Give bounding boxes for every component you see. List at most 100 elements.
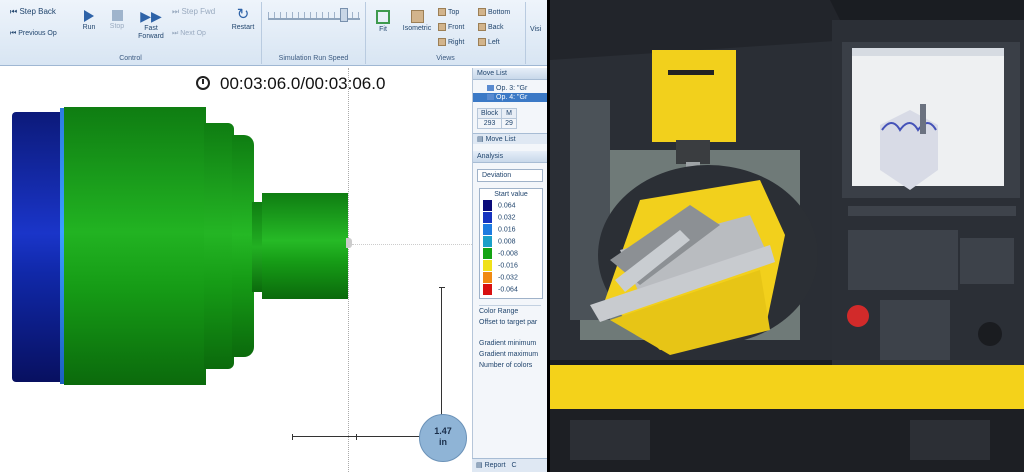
- table-cell-m[interactable]: 29: [501, 118, 517, 129]
- speed-group: Simulation Run Speed: [262, 2, 366, 64]
- axis-guide-horizontal: [352, 244, 472, 245]
- number-of-colors-label: Number of colors: [479, 362, 533, 369]
- gradient-maximum-label: Gradient maximum: [479, 351, 539, 358]
- move-list-item[interactable]: Op. 3: "Gr: [473, 84, 547, 93]
- offset-label[interactable]: Offset to target par: [473, 317, 547, 328]
- move-list-table: Block M 293 29: [476, 108, 517, 129]
- stop-icon: [111, 10, 123, 21]
- gradient-minimum-label: Gradient minimum: [479, 340, 537, 347]
- legend-value: 0.032: [498, 214, 516, 222]
- top-view-button[interactable]: Top: [438, 8, 459, 16]
- tab-extra[interactable]: C: [512, 462, 517, 469]
- deviation-legend: Start value 0.064 0.032 0.016 0.008 -0.008 -0…: [479, 188, 543, 299]
- stop-button[interactable]: Stop: [108, 10, 126, 31]
- play-icon: [84, 10, 94, 22]
- front-view-icon: [438, 23, 446, 31]
- step-fwd-button[interactable]: ⏭ Step Fwd: [172, 8, 215, 16]
- back-view-button[interactable]: Back: [478, 23, 504, 31]
- legend-swatch: [483, 224, 492, 235]
- legend-title: Start value: [494, 191, 528, 198]
- right-view-button[interactable]: Right: [438, 38, 464, 46]
- bottom-tab-bar: ▤ Report C: [472, 458, 547, 472]
- move-list-tab-icon: ▤: [477, 136, 486, 143]
- move-list-item-selected[interactable]: Op. 4: "Gr: [473, 93, 547, 102]
- simulation-window: ⏮ Step Back ⏮ Previous Op Run Stop ▶▶ Fa…: [0, 0, 547, 472]
- operation-icon: [487, 85, 494, 92]
- control-group: ⏮ Step Back ⏮ Previous Op Run Stop ▶▶ Fa…: [0, 2, 262, 64]
- legend-row: -0.032: [483, 272, 539, 284]
- dimension-line-vertical: [439, 287, 445, 420]
- isometric-button[interactable]: Isometric: [400, 10, 434, 33]
- run-button[interactable]: Run: [80, 10, 98, 32]
- legend-row: -0.064: [483, 284, 539, 296]
- yellow-guard-rail: [550, 365, 1024, 409]
- dimension-line-horizontal: [292, 434, 422, 440]
- report-icon: ▤: [476, 462, 485, 469]
- previous-op-button[interactable]: ⏮ Previous Op: [10, 30, 57, 38]
- move-list-header: Move List: [473, 68, 547, 80]
- simulation-timer: 00:03:06.0/00:03:06.0: [196, 74, 385, 94]
- legend-swatch: [483, 260, 492, 271]
- legend-row: 0.064: [483, 200, 539, 212]
- restart-button[interactable]: ↻ Restart: [228, 6, 258, 32]
- previous-op-icon: ⏮: [10, 30, 19, 37]
- analysis-mode-select[interactable]: Deviation: [477, 169, 543, 182]
- restart-icon: ↻: [236, 6, 250, 23]
- bottom-view-icon: [478, 8, 486, 16]
- axis-guide-vertical: [348, 68, 349, 472]
- color-range-label: Color Range: [479, 308, 519, 315]
- cnc-control-panel: [832, 20, 1024, 380]
- bottom-view-button[interactable]: Bottom: [478, 8, 510, 16]
- legend-swatch: [483, 272, 492, 283]
- part-step-2: [232, 135, 254, 357]
- measurement-unit: in: [439, 437, 447, 447]
- legend-swatch: [483, 236, 492, 247]
- side-panel: Move List Op. 3: "Gr Op. 4: "Gr Block M …: [472, 68, 547, 472]
- part-main-diameter: [64, 107, 206, 385]
- table-cell-block[interactable]: 293: [476, 118, 503, 129]
- legend-value: -0.008: [498, 250, 518, 258]
- next-op-icon: ⏭: [172, 30, 181, 37]
- fast-forward-button[interactable]: ▶▶ Fast Forward: [134, 8, 168, 41]
- legend-swatch: [483, 200, 492, 211]
- legend-row: 0.008: [483, 236, 539, 248]
- table-header-block: Block: [476, 108, 503, 119]
- measurement-value: 1.47: [434, 426, 452, 436]
- legend-value: 0.064: [498, 202, 516, 210]
- left-view-button[interactable]: Left: [478, 38, 500, 46]
- front-view-button[interactable]: Front: [438, 23, 464, 31]
- legend-row: -0.016: [483, 260, 539, 272]
- measurement-bubble[interactable]: 1.47 in: [419, 414, 467, 462]
- operation-icon: [487, 94, 494, 101]
- legend-value: 0.008: [498, 238, 516, 246]
- legend-row: 0.016: [483, 224, 539, 236]
- part-tip: [346, 238, 352, 248]
- part-shaft: [262, 193, 348, 299]
- isometric-cube-icon: [410, 10, 424, 23]
- fast-forward-icon: ▶▶: [140, 8, 162, 24]
- left-view-icon: [478, 38, 486, 46]
- speed-group-label: Simulation Run Speed: [278, 55, 349, 62]
- legend-row: -0.008: [483, 248, 539, 260]
- top-view-icon: [438, 8, 446, 16]
- legend-value: 0.016: [498, 226, 516, 234]
- fit-button[interactable]: Fit: [372, 10, 394, 34]
- legend-value: -0.064: [498, 286, 518, 294]
- legend-swatch: [483, 284, 492, 295]
- cnc-machine-illustration: [550, 0, 1024, 472]
- back-view-icon: [478, 23, 486, 31]
- machine-photo: [550, 0, 1024, 472]
- next-op-button[interactable]: ⏭ Next Op: [172, 30, 206, 38]
- tab-move-list[interactable]: ▤ Move List: [473, 133, 547, 144]
- step-back-button[interactable]: ⏮ Step Back: [10, 8, 56, 16]
- clock-icon: [196, 76, 210, 90]
- legend-row: 0.032: [483, 212, 539, 224]
- tab-report[interactable]: ▤ Report: [476, 462, 506, 469]
- legend-swatch: [483, 212, 492, 223]
- speed-slider-thumb[interactable]: [340, 8, 348, 22]
- analysis-header: Analysis: [473, 151, 547, 163]
- visibility-button[interactable]: Visi: [530, 26, 541, 34]
- fit-icon: [376, 10, 390, 24]
- part-chuck-section: [12, 112, 66, 382]
- views-group-label: Views: [436, 55, 455, 62]
